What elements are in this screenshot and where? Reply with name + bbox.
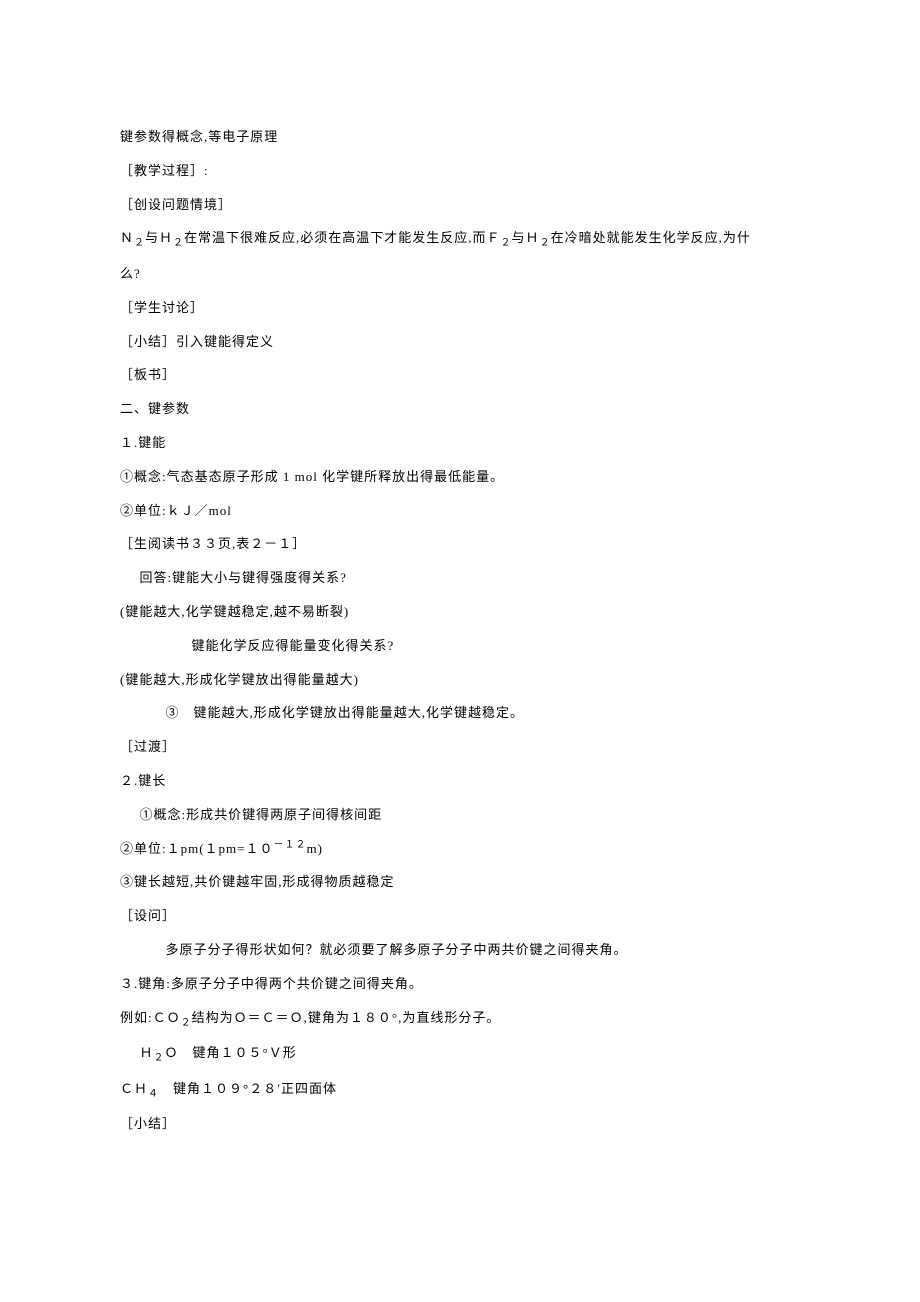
- text-fragment: 在常温下很难反应,必须在高温下才能发生反应,而Ｆ: [184, 230, 501, 245]
- text-line: ②单位:１pm(１pm=１０－１２m): [120, 832, 800, 866]
- subscript: ２: [154, 1053, 165, 1064]
- text-fragment: ②单位:１pm(１pm=１０: [120, 841, 274, 856]
- text-line: (键能越大,化学键越稳定,越不易断裂): [120, 595, 800, 629]
- text-line: 多原子分子得形状如何？就必须要了解多原子分子中两共价键之间得夹角。: [120, 933, 800, 967]
- text-fragment: 在冷暗处就能发生化学反应,为什: [551, 230, 751, 245]
- text-line: ③键长越短,共价键越牢固,形成得物质越稳定: [120, 865, 800, 899]
- section-heading: ［板书］: [120, 358, 800, 392]
- section-heading: ［设问］: [120, 899, 800, 933]
- text-line: ①概念:形成共价键得两原子间得核间距: [120, 798, 800, 832]
- text-line: ＣＨ４ 键角１０９°２８′正四面体: [120, 1072, 800, 1108]
- document-page: 键参数得概念,等电子原理 ［教学过程］: ［创设问题情境］ Ｎ２与Ｈ２在常温下很…: [0, 0, 920, 1302]
- text-line: 回答:键能大小与键得强度得关系?: [120, 561, 800, 595]
- subheading: ３.键角:多原子分子中得两个共价键之间得夹角。: [120, 967, 800, 1001]
- text-line: (键能越大,形成化学键放出得能量越大): [120, 663, 800, 697]
- heading: 二、键参数: [120, 392, 800, 426]
- superscript: －１２: [274, 839, 307, 850]
- text-fragment: 与Ｈ: [145, 230, 173, 245]
- section-heading: ［学生讨论］: [120, 291, 800, 325]
- section-heading: ［教学过程］:: [120, 154, 800, 188]
- text-line: 例如:ＣＯ２结构为Ｏ＝Ｃ＝Ｏ,键角为１８０°,为直线形分子。: [120, 1001, 800, 1037]
- section-heading: ［小结］引入键能得定义: [120, 325, 800, 359]
- text-line: Ｎ２与Ｈ２在常温下很难反应,必须在高温下才能发生反应,而Ｆ２与Ｈ２在冷暗处就能发…: [120, 221, 800, 257]
- subscript: ２: [173, 238, 184, 249]
- text-line: 键参数得概念,等电子原理: [120, 120, 800, 154]
- text-fragment: m): [307, 841, 323, 856]
- subscript: ２: [501, 238, 512, 249]
- text-line: ①概念:气态基态原子形成 1 mol 化学键所释放出得最低能量。: [120, 460, 800, 494]
- subscript: ２: [181, 1017, 192, 1028]
- section-heading: ［过渡］: [120, 730, 800, 764]
- text-line: 么?: [120, 257, 800, 291]
- subscript: ４: [148, 1088, 159, 1099]
- text-line: ［生阅读书３３页,表２－１］: [120, 527, 800, 561]
- text-fragment: 键角１０９°２８′正四面体: [159, 1081, 337, 1096]
- subheading: １.键能: [120, 426, 800, 460]
- section-heading: ［小结］: [120, 1107, 800, 1141]
- text-fragment: 例如:ＣＯ: [120, 1010, 181, 1025]
- text-line: ②单位:ｋＪ／mol: [120, 494, 800, 528]
- text-fragment: Ｈ: [140, 1045, 154, 1060]
- section-heading: ［创设问题情境］: [120, 188, 800, 222]
- text-fragment: 结构为Ｏ＝Ｃ＝Ｏ,键角为１８０°,为直线形分子。: [192, 1010, 501, 1025]
- text-line: ③ 键能越大,形成化学键放出得能量越大,化学键越稳定。: [120, 696, 800, 730]
- text-line: 键能化学反应得能量变化得关系?: [120, 629, 800, 663]
- subscript: ２: [134, 238, 145, 249]
- text-fragment: Ｎ: [120, 230, 134, 245]
- subheading: ２.键长: [120, 764, 800, 798]
- text-line: Ｈ２Ｏ 键角１０５°Ｖ形: [120, 1036, 800, 1072]
- text-fragment: 与Ｈ: [512, 230, 540, 245]
- text-fragment: Ｏ 键角１０５°Ｖ形: [165, 1045, 297, 1060]
- subscript: ２: [540, 238, 551, 249]
- text-fragment: ＣＨ: [120, 1081, 148, 1096]
